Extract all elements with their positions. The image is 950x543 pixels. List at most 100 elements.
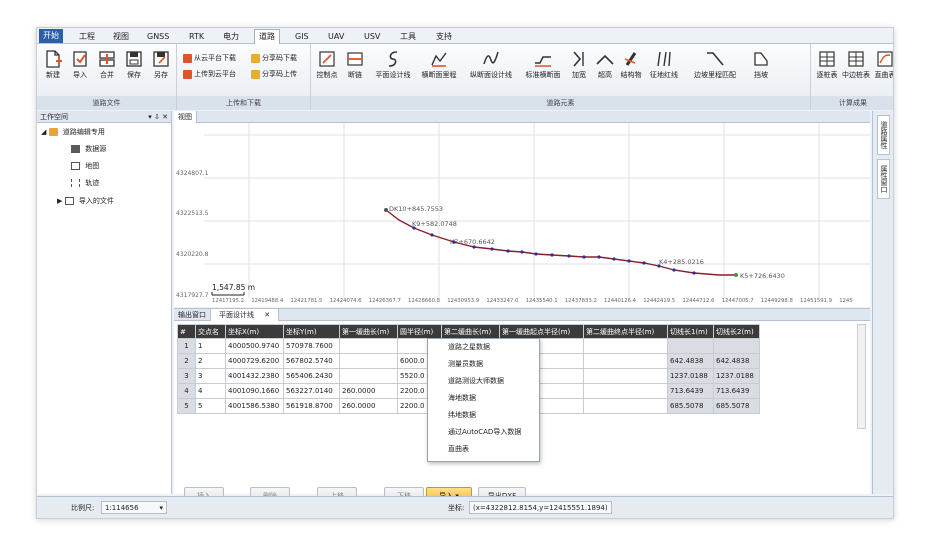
table-cell[interactable]: 685.5078 — [713, 398, 760, 414]
collapse-arrow-icon[interactable]: ◢ — [41, 128, 49, 136]
tree-item-data-source[interactable]: 数据源 — [71, 142, 106, 156]
menu-project[interactable]: 工程 — [75, 30, 99, 43]
table-cell[interactable] — [713, 338, 760, 354]
land-red-line-button[interactable]: 征地红线 — [647, 47, 681, 91]
table-scrollbar[interactable] — [857, 324, 866, 429]
table-cell[interactable] — [583, 353, 668, 369]
column-header[interactable]: 圆半径(m) — [397, 324, 442, 339]
save-button[interactable]: 保存 — [120, 47, 148, 91]
column-header[interactable]: 第一缓曲起点半径(m) — [499, 324, 584, 339]
workspace-panel-controls[interactable]: ▾ ⇩ ✕ — [148, 111, 168, 123]
table-cell[interactable] — [583, 383, 668, 399]
superelevation-button[interactable]: 超高 — [591, 47, 619, 91]
table-cell[interactable] — [339, 338, 398, 354]
plan-design-line-button[interactable]: 平面设计线 — [375, 47, 411, 91]
table-cell[interactable] — [667, 338, 714, 354]
table-cell[interactable] — [339, 353, 398, 369]
cross-section-mileage-button[interactable]: 横断面里程 — [419, 47, 459, 91]
table-cell[interactable]: 4001586.5380 — [225, 398, 284, 414]
control-point-button[interactable]: 控制点 — [313, 47, 341, 91]
slope-mileage-match-button[interactable]: 边坡里程匹配 — [691, 47, 739, 91]
table-cell[interactable]: 4001432.2380 — [225, 368, 284, 384]
table-cell[interactable]: 1237.0188 — [713, 368, 760, 384]
table-cell[interactable] — [583, 338, 668, 354]
import-menu-item[interactable]: 海地数据 — [428, 390, 539, 407]
widening-button[interactable]: 加宽 — [565, 47, 593, 91]
map-view-canvas[interactable]: 4324807.1 4322513.5 4320220.8 4317927.7 … — [174, 123, 870, 307]
import-button[interactable]: 导入 — [66, 47, 94, 91]
menu-usv[interactable]: USV — [360, 30, 384, 43]
column-header[interactable]: 交点名 — [195, 324, 226, 339]
retaining-slope-button[interactable]: 挡坡 — [747, 47, 775, 91]
menu-start[interactable]: 开始 — [39, 29, 63, 43]
column-header[interactable]: 坐标Y(m) — [283, 324, 340, 339]
table-cell[interactable]: 4 — [195, 383, 226, 399]
pile-table-button[interactable]: 逐桩表 — [813, 47, 841, 91]
menu-support[interactable]: 支持 — [432, 30, 456, 43]
column-header[interactable]: 切线长1(m) — [667, 324, 714, 339]
table-cell[interactable]: 561918.8700 — [283, 398, 340, 414]
tab-properties-window[interactable]: 属性窗口 — [877, 159, 890, 199]
new-button[interactable]: 新建 — [39, 47, 67, 91]
table-cell[interactable]: 5 — [195, 398, 226, 414]
import-menu-item[interactable]: 通过AutoCAD导入数据 — [428, 424, 539, 441]
table-cell[interactable]: 260.0000 — [339, 383, 398, 399]
table-cell[interactable] — [583, 368, 668, 384]
table-cell[interactable]: 567802.5740 — [283, 353, 340, 369]
menu-road[interactable]: 道路 — [254, 29, 280, 44]
mid-side-pile-table-button[interactable]: 中边桩表 — [841, 47, 871, 91]
tree-item-imported-files[interactable]: ▶ 导入的文件 — [57, 194, 114, 208]
table-cell[interactable]: 1237.0188 — [667, 368, 714, 384]
save-as-button[interactable]: 另存 — [147, 47, 175, 91]
table-cell[interactable]: 713.6439 — [713, 383, 760, 399]
menu-rtk[interactable]: RTK — [185, 30, 208, 43]
profile-design-line-button[interactable]: 纵断面设计线 — [469, 47, 513, 91]
tab-view[interactable]: 视图 — [174, 111, 197, 123]
tab-output-window[interactable]: 输出窗口 — [174, 309, 210, 321]
table-cell[interactable] — [339, 368, 398, 384]
menu-tools[interactable]: 工具 — [396, 30, 420, 43]
import-menu-item[interactable]: 直曲表 — [428, 441, 539, 458]
tree-item-track[interactable]: 轨迹 — [71, 176, 99, 190]
tab-road-properties[interactable]: 道路属性 — [877, 115, 890, 155]
menu-gnss[interactable]: GNSS — [143, 30, 173, 43]
tab-plan-design-line[interactable]: 平面设计线 ✕ — [210, 309, 280, 321]
menu-view[interactable]: 视图 — [109, 30, 133, 43]
import-menu-item[interactable]: 测量员数据 — [428, 356, 539, 373]
table-cell[interactable]: 4000500.9740 — [225, 338, 284, 354]
menu-uav[interactable]: UAV — [324, 30, 348, 43]
table-cell[interactable]: 563227.0140 — [283, 383, 340, 399]
import-menu-item[interactable]: 道路之星数据 — [428, 339, 539, 356]
close-tab-icon[interactable]: ✕ — [260, 309, 274, 321]
table-cell[interactable]: 3 — [195, 368, 226, 384]
share-code-upload-button[interactable]: 分享码上传 — [251, 68, 297, 81]
table-cell[interactable]: 1 — [195, 338, 226, 354]
structure-button[interactable]: 结构物 — [617, 47, 645, 91]
share-code-download-button[interactable]: 分享码下载 — [251, 52, 297, 65]
table-cell[interactable]: 685.5078 — [667, 398, 714, 414]
menu-power[interactable]: 电力 — [219, 30, 243, 43]
table-cell[interactable]: 642.4838 — [667, 353, 714, 369]
curve-table-button[interactable]: 直曲表 — [871, 47, 893, 91]
table-cell[interactable]: 713.6439 — [667, 383, 714, 399]
standard-cross-section-button[interactable]: 标准横断面 — [523, 47, 563, 91]
expand-arrow-icon[interactable]: ▶ — [57, 197, 65, 205]
column-header[interactable]: 坐标X(m) — [225, 324, 284, 339]
scale-select[interactable]: 1:114656 ▾ — [101, 501, 167, 514]
table-cell[interactable]: 565406.2430 — [283, 368, 340, 384]
table-cell[interactable]: 260.0000 — [339, 398, 398, 414]
column-header[interactable]: # — [177, 324, 196, 339]
tree-root-road-edit[interactable]: ◢ 道路编辑专用 — [41, 125, 105, 139]
column-header[interactable]: 第二缓曲长(m) — [441, 324, 500, 339]
table-cell[interactable]: 4001090.1660 — [225, 383, 284, 399]
menu-gis[interactable]: GIS — [291, 30, 313, 43]
table-cell[interactable]: 642.4838 — [713, 353, 760, 369]
chain-break-button[interactable]: 断链 — [341, 47, 369, 91]
column-header[interactable]: 第一缓曲长(m) — [339, 324, 398, 339]
column-header[interactable]: 第二缓曲终点半径(m) — [583, 324, 668, 339]
import-menu-item[interactable]: 道路测设大师数据 — [428, 373, 539, 390]
table-cell[interactable]: 2 — [195, 353, 226, 369]
merge-button[interactable]: 合并 — [93, 47, 121, 91]
tree-item-map[interactable]: 地图 — [71, 159, 99, 173]
table-cell[interactable]: 570978.7600 — [283, 338, 340, 354]
